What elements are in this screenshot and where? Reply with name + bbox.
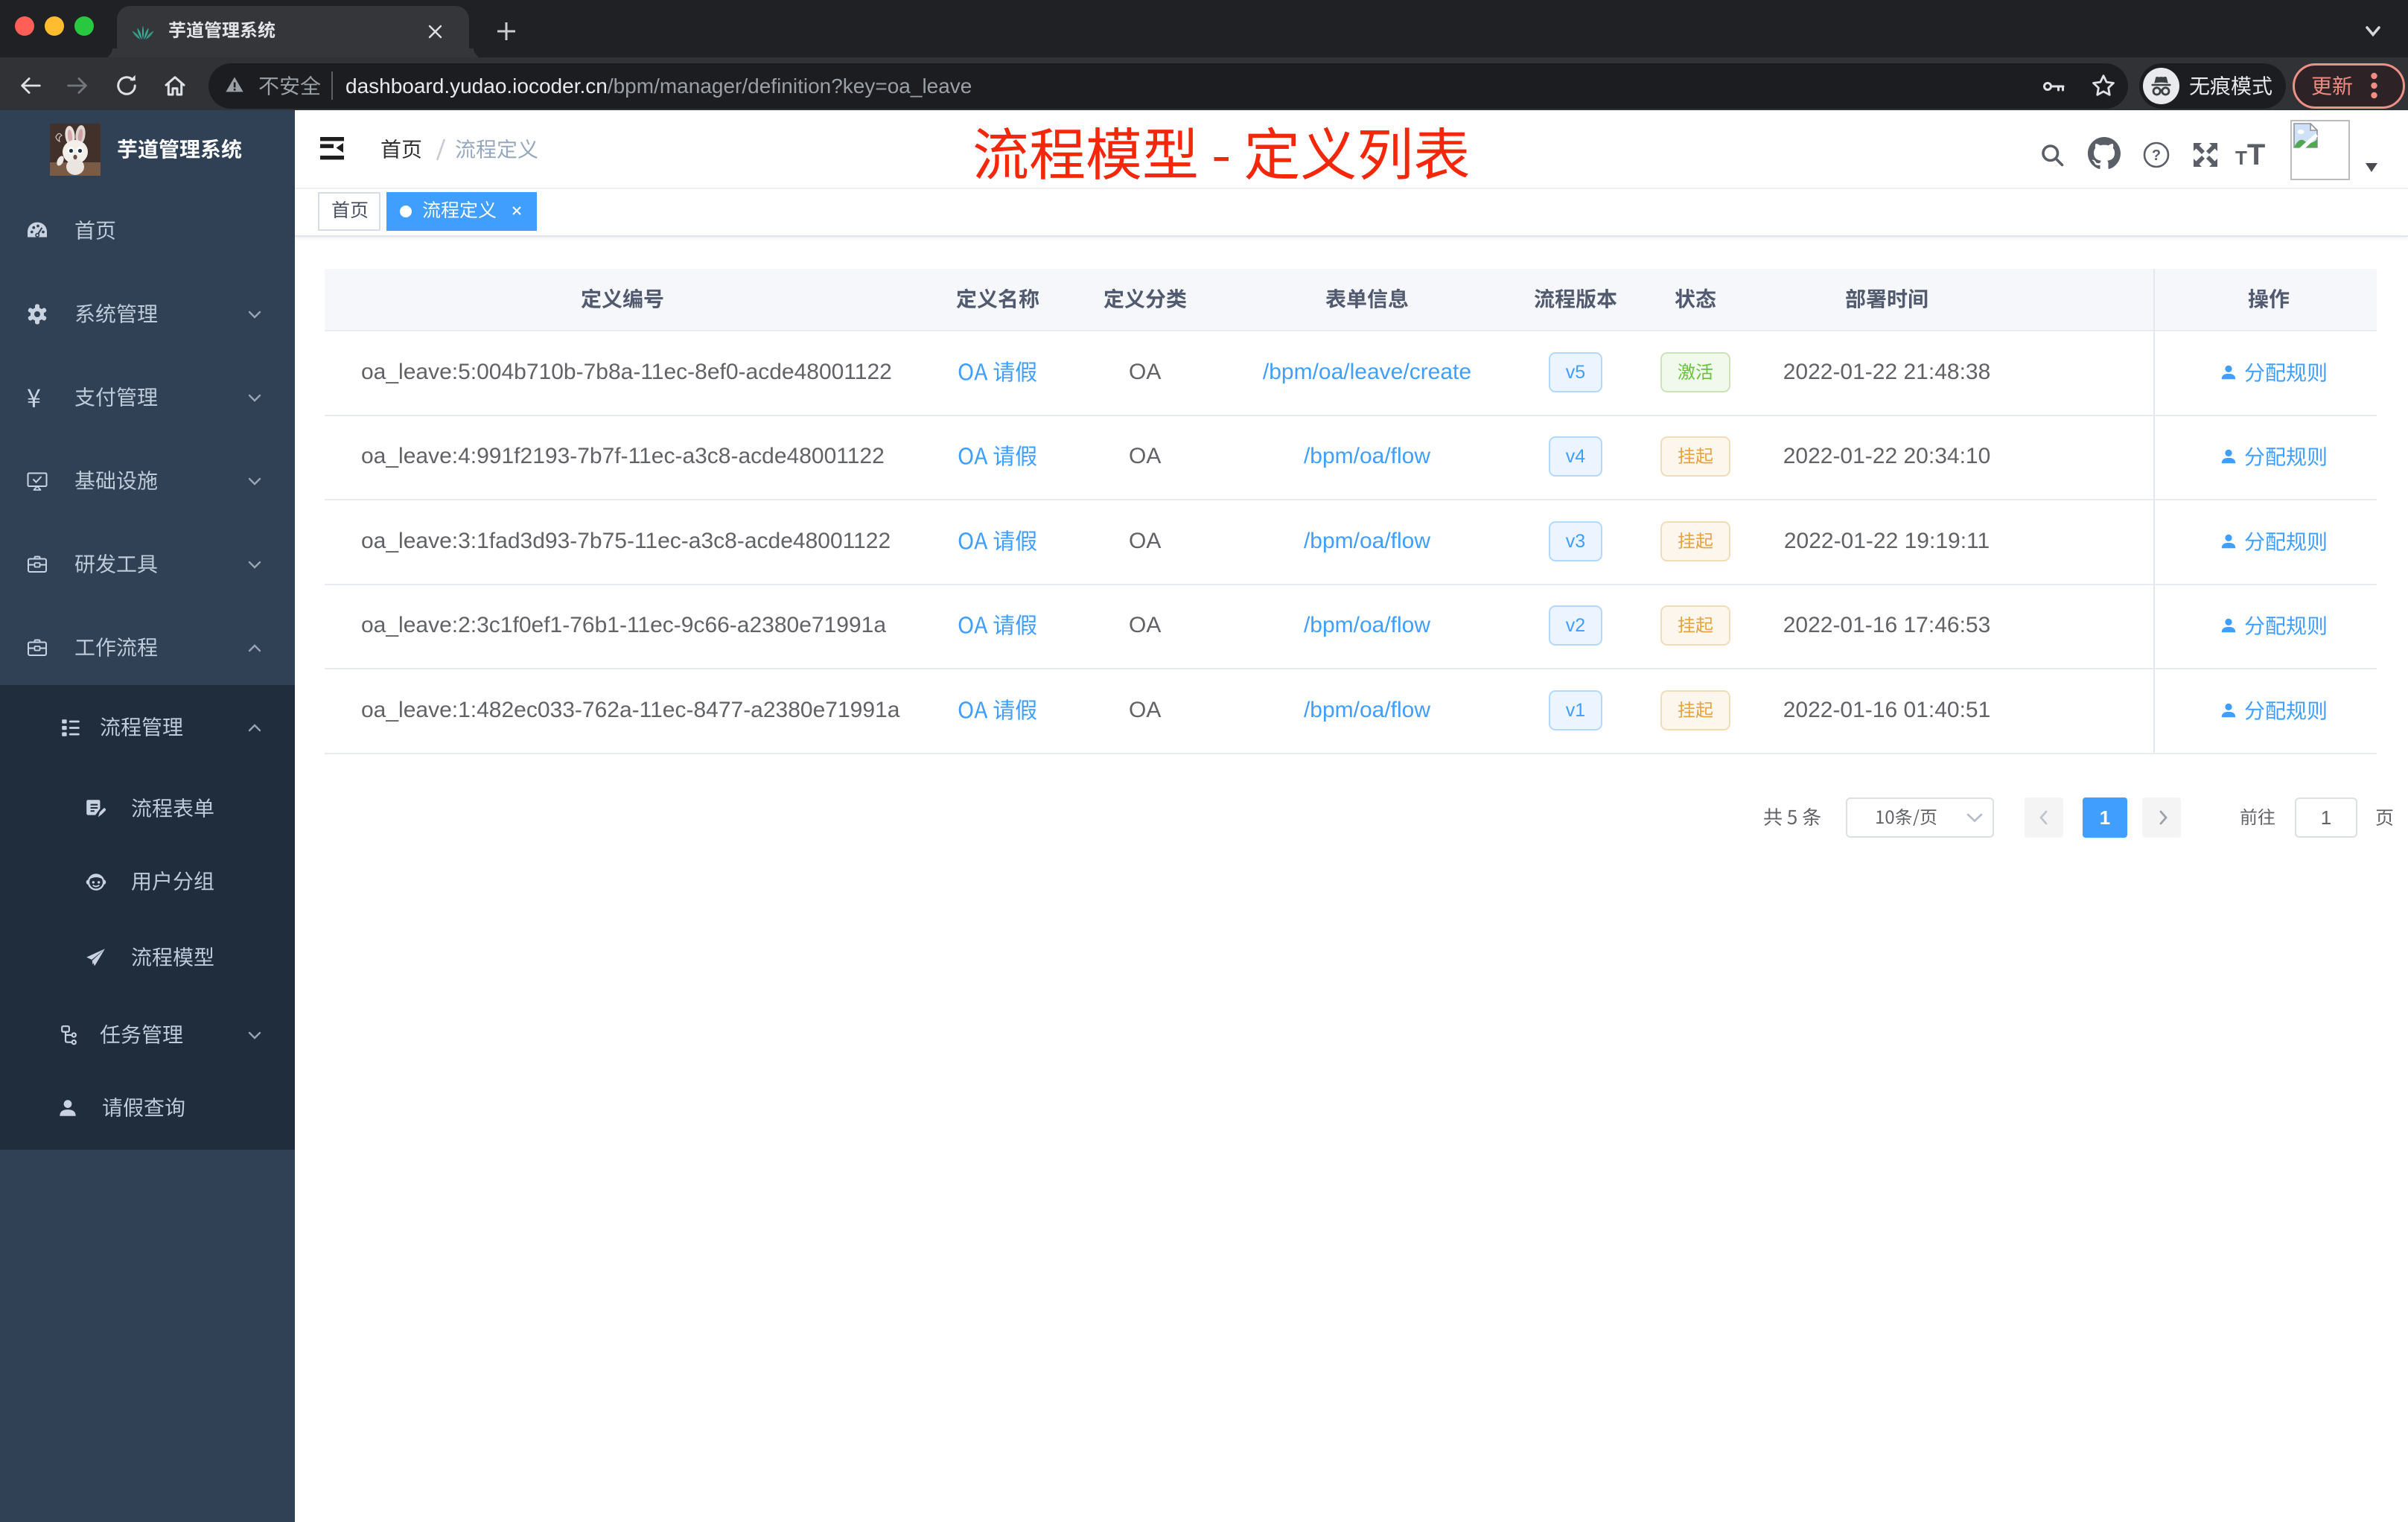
svg-text:?: ?	[2152, 147, 2161, 164]
